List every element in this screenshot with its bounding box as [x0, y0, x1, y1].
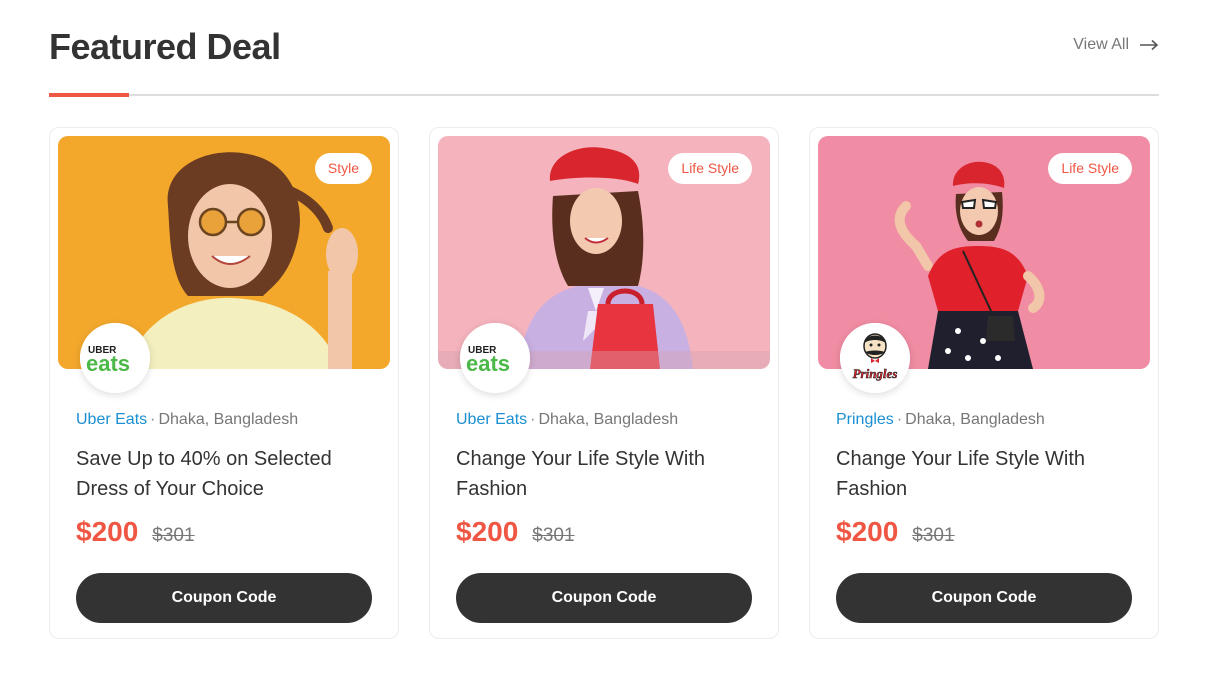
meta-separator: ·: [896, 411, 903, 428]
section-divider-accent: [49, 93, 129, 97]
price-row: $200 $301: [76, 516, 195, 548]
view-all-link[interactable]: View All: [1073, 36, 1159, 54]
coupon-code-button[interactable]: Coupon Code: [836, 573, 1132, 623]
location-label: Dhaka, Bangladesh: [158, 411, 299, 428]
category-badge[interactable]: Style: [314, 153, 372, 184]
coupon-code-button[interactable]: Coupon Code: [456, 573, 752, 623]
deal-meta: Uber Eats · Dhaka, Bangladesh: [456, 411, 678, 429]
uber-eats-logo-icon[interactable]: UBER eats: [80, 323, 150, 393]
svg-text:Pringles: Pringles: [853, 366, 898, 381]
deal-card[interactable]: Life Style Pringles Pringles · Dhaka, Bang…: [809, 127, 1159, 639]
current-price: $200: [76, 516, 139, 547]
coupon-code-button[interactable]: Coupon Code: [76, 573, 372, 623]
old-price: $301: [532, 525, 575, 546]
price-row: $200 $301: [456, 516, 575, 548]
view-all-label: View All: [1073, 36, 1129, 53]
location-label: Dhaka, Bangladesh: [538, 411, 679, 428]
section-divider: [49, 94, 1159, 96]
deal-title[interactable]: Change Your Life Style With Fashion: [836, 444, 1136, 504]
deal-card[interactable]: Life Style UBER eats Uber Eats · Dhaka, Ba…: [429, 127, 779, 639]
deal-meta: Uber Eats · Dhaka, Bangladesh: [76, 411, 298, 429]
section-header: Featured Deal View All: [49, 24, 1159, 98]
uber-eats-logo-icon[interactable]: UBER eats: [460, 323, 530, 393]
arrow-right-icon: [1140, 39, 1159, 51]
section-title: Featured Deal: [49, 26, 281, 67]
brand-link[interactable]: Uber Eats: [456, 411, 527, 428]
old-price: $301: [152, 525, 195, 546]
location-label: Dhaka, Bangladesh: [905, 411, 1045, 428]
price-row: $200 $301: [836, 516, 955, 548]
meta-separator: ·: [530, 411, 536, 428]
brand-link[interactable]: Pringles: [836, 411, 894, 428]
svg-text:eats: eats: [86, 351, 130, 376]
deal-meta: Pringles · Dhaka, Bangladesh: [836, 411, 1045, 429]
pringles-logo-icon[interactable]: Pringles: [840, 323, 910, 393]
old-price: $301: [912, 525, 955, 546]
deal-card-list: Style UBER eats Uber Eats · Dhaka, Banglad…: [49, 127, 1159, 639]
deal-title[interactable]: Change Your Life Style With Fashion: [456, 444, 756, 504]
category-badge[interactable]: Life Style: [1048, 153, 1132, 184]
deal-card[interactable]: Style UBER eats Uber Eats · Dhaka, Banglad…: [49, 127, 399, 639]
svg-text:eats: eats: [466, 351, 510, 376]
brand-link[interactable]: Uber Eats: [76, 411, 147, 428]
deal-title[interactable]: Save Up to 40% on Selected Dress of Your…: [76, 444, 376, 504]
current-price: $200: [836, 516, 899, 547]
current-price: $200: [456, 516, 519, 547]
meta-separator: ·: [150, 411, 156, 428]
category-badge[interactable]: Life Style: [668, 153, 752, 184]
